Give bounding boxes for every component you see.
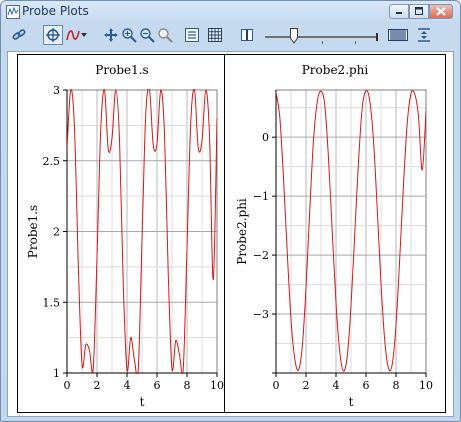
zoom-in-button[interactable] xyxy=(119,25,139,45)
x-axis-label: t xyxy=(349,395,354,409)
plot-area: Probe1.s 0 2 4 6 8 10 1 1.5 2 2.5 3 t Probe1.s Probe… xyxy=(7,51,454,417)
zoom-out-icon xyxy=(140,28,155,43)
x-tick-label: 4 xyxy=(333,379,340,392)
pan-button[interactable] xyxy=(101,25,121,45)
cursor-line-icon xyxy=(241,29,253,41)
zoom-fit-icon xyxy=(158,28,173,43)
x-tick-label: 4 xyxy=(124,379,131,392)
slider-track xyxy=(265,36,377,38)
close-icon xyxy=(436,7,446,16)
x-axis-label: t xyxy=(140,395,145,409)
select-mode-button[interactable] xyxy=(43,25,63,45)
zoom-fit-button[interactable] xyxy=(155,25,175,45)
grid-lines xyxy=(275,90,427,374)
slider-tick xyxy=(355,41,356,44)
y-tick-label: −2 xyxy=(253,249,269,262)
plot-toolbar xyxy=(7,25,454,49)
probe-plots-app-icon xyxy=(6,5,20,19)
x-tick-label: 6 xyxy=(363,379,370,392)
cursor-line-button[interactable] xyxy=(237,25,257,45)
y-tick-label: 3 xyxy=(53,84,60,97)
maximize-icon xyxy=(415,7,423,15)
resolution-button[interactable] xyxy=(387,25,409,45)
y-tick-label: −3 xyxy=(253,308,269,321)
fit-vertical-button[interactable] xyxy=(414,25,434,45)
slider-tick xyxy=(322,41,323,44)
y-tick-label: −1 xyxy=(253,190,269,203)
minimize-button[interactable] xyxy=(389,4,409,19)
plot-panel-probe2-phi[interactable]: Probe2.phi 0 2 4 6 8 10 0 −1 −2 −3 t Probe2.phi xyxy=(224,54,446,413)
x-tick-label: 0 xyxy=(64,379,71,392)
data-list-icon xyxy=(185,28,199,42)
y-axis-label: Probe1.s xyxy=(26,205,40,258)
window-title: Probe Plots xyxy=(22,4,89,18)
zoom-out-button[interactable] xyxy=(137,25,157,45)
chart-probe2-phi[interactable]: 0 2 4 6 8 10 0 −1 −2 −3 t Probe2.phi xyxy=(225,55,445,412)
y-tick-label: 1 xyxy=(53,367,60,380)
chart-probe1-s[interactable]: 0 2 4 6 8 10 1 1.5 2 2.5 3 t Probe1.s xyxy=(18,55,226,412)
close-button[interactable] xyxy=(429,4,453,19)
pan-icon xyxy=(104,28,118,42)
maximize-button[interactable] xyxy=(409,4,429,19)
grid-toggle-button[interactable] xyxy=(205,25,225,45)
probe-plots-window: Probe Plots Probe1.s 0 2 4 6 8 10 1 1.5 … xyxy=(0,0,461,422)
y-tick-label: 0 xyxy=(262,131,269,144)
x-tick-label: 2 xyxy=(303,379,310,392)
window-controls xyxy=(389,4,455,20)
crosshair-select-icon xyxy=(46,28,60,42)
plot-panel-probe1-s[interactable]: Probe1.s 0 2 4 6 8 10 1 1.5 2 2.5 3 t Probe1.s xyxy=(17,54,227,413)
title-bar[interactable]: Probe Plots xyxy=(1,1,460,23)
dropdown-arrow-icon xyxy=(81,33,87,37)
link-button[interactable] xyxy=(9,25,29,45)
x-tick-label: 8 xyxy=(184,379,191,392)
fit-vertical-icon xyxy=(418,28,430,42)
x-tick-label: 6 xyxy=(154,379,161,392)
curve-style-dropdown[interactable] xyxy=(79,25,89,45)
y-tick-label: 2.5 xyxy=(43,155,61,168)
zoom-in-icon xyxy=(122,28,137,43)
resolution-icon xyxy=(388,29,408,41)
x-tick-label: 2 xyxy=(94,379,101,392)
slider-thumb[interactable] xyxy=(290,28,298,44)
y-axis-label: Probe2.phi xyxy=(235,198,249,265)
x-tick-label: 10 xyxy=(210,379,224,392)
grid-icon xyxy=(208,28,222,42)
y-tick-label: 2 xyxy=(53,226,60,239)
y-tick-label: 1.5 xyxy=(43,296,61,309)
data-list-button[interactable] xyxy=(182,25,202,45)
x-tick-label: 10 xyxy=(419,379,433,392)
link-icon xyxy=(12,29,26,40)
x-tick-label: 8 xyxy=(393,379,400,392)
x-tick-label: 0 xyxy=(273,379,280,392)
slider-end-mark xyxy=(376,33,378,41)
minimize-icon xyxy=(396,12,402,14)
